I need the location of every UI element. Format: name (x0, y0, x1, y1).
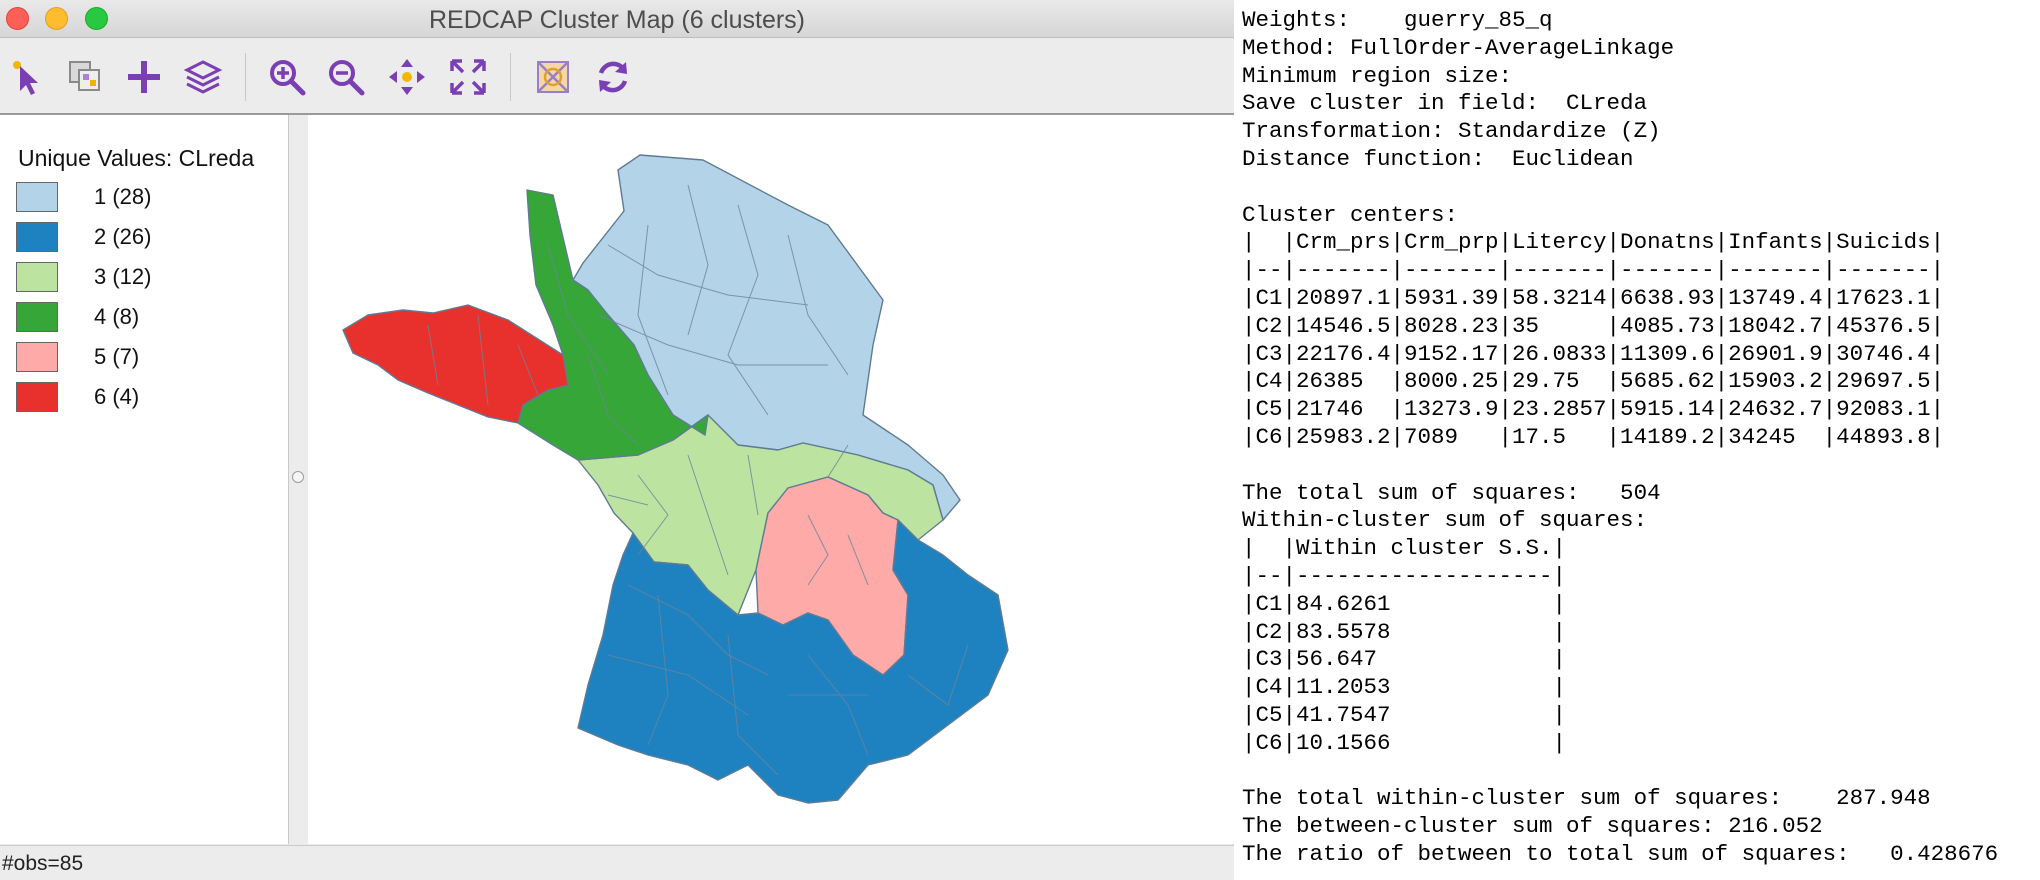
report-line: Within-cluster sum of squares: (1242, 507, 1648, 534)
add-plus-icon[interactable] (121, 54, 167, 100)
legend-item-cluster-1[interactable]: 1 (28) (16, 181, 151, 213)
report-line: Cluster centers: (1242, 201, 1459, 228)
legend-label: 6 (4) (94, 384, 140, 409)
legend-swatch (16, 342, 58, 372)
report-line: |C5|21746 |13273.9|23.2857|5915.14|24632… (1242, 396, 1945, 423)
report-line (1242, 174, 1998, 202)
report-line: |C5|41.7547 | (1242, 701, 1567, 728)
legend-swatch (16, 382, 58, 412)
report-line: |--|-------|-------|-------|-------|----… (1242, 257, 1945, 284)
legend-panel: Unique Values: CLreda 1 (28) 2 (26) 3 (1… (0, 115, 289, 844)
legend-item-cluster-5[interactable]: 5 (7) (16, 341, 139, 373)
cluster-report-text: Weights: guerry_85_q Method: FullOrder-Av… (1242, 7, 1998, 869)
legend-swatch (16, 182, 58, 212)
report-line: Minimum region size: (1242, 62, 1513, 89)
legend-swatch (16, 302, 58, 332)
report-line: The between-cluster sum of squares: 216.… (1242, 813, 1823, 840)
report-line: |C6|10.1566 | (1242, 729, 1567, 756)
report-line: Method: FullOrder-AverageLinkage (1242, 34, 1675, 61)
report-line: Save cluster in field: CLreda (1242, 90, 1648, 117)
legend-item-cluster-2[interactable]: 2 (26) (16, 221, 151, 253)
france-cluster-map[interactable] (308, 115, 1234, 844)
cluster-report-panel[interactable]: Weights: guerry_85_q Method: FullOrder-Av… (1235, 0, 2040, 880)
window-title: REDCAP Cluster Map (6 clusters) (428, 6, 806, 34)
report-line: |C4|26385 |8000.25|29.75 |5685.62|15903.… (1242, 368, 1945, 395)
report-line: The total within-cluster sum of squares:… (1242, 785, 1931, 812)
legend-item-cluster-4[interactable]: 4 (8) (16, 301, 139, 333)
report-line: Transformation: Standardize (Z) (1242, 118, 1661, 145)
report-line: |C2|14546.5|8028.23|35 |4085.73|18042.7|… (1242, 312, 1945, 339)
legend-item-cluster-3[interactable]: 3 (12) (16, 261, 151, 293)
report-line: |C4|11.2053 | (1242, 674, 1567, 701)
legend-label: 2 (26) (94, 224, 152, 249)
legend-label: 4 (8) (94, 304, 140, 329)
report-line: |C1|84.6261 | (1242, 590, 1567, 617)
report-line: The total sum of squares: 504 (1242, 479, 1661, 506)
map-toolbar (0, 39, 1234, 113)
report-line: |C6|25983.2|7089 |17.5 |14189.2|34245 |4… (1242, 423, 1945, 450)
report-line: Weights: guerry_85_q (1242, 7, 1553, 33)
report-line: |--|-------------------| (1242, 562, 1567, 589)
observation-count: #obs=85 (2, 852, 84, 875)
report-line: |C1|20897.1|5931.39|58.3214|6638.93|1374… (1242, 284, 1945, 311)
report-line: Distance function: Euclidean (1242, 145, 1634, 172)
pan-icon[interactable] (384, 54, 430, 100)
toolbar-separator (510, 53, 511, 101)
refresh-icon[interactable] (590, 54, 636, 100)
select-pointer-icon[interactable] (4, 54, 50, 100)
title-bar: REDCAP Cluster Map (6 clusters) (0, 0, 1234, 38)
zoom-in-icon[interactable] (264, 54, 310, 100)
report-line: | |Within cluster S.S.| (1242, 535, 1567, 562)
copy-image-icon[interactable] (62, 54, 108, 100)
report-line: |C3|56.647 | (1242, 646, 1567, 673)
report-line (1242, 452, 1998, 480)
report-line: |C2|83.5578 | (1242, 618, 1567, 645)
status-bar: #obs=85 (0, 845, 1234, 880)
legend-label: 3 (12) (94, 264, 152, 289)
zoom-out-icon[interactable] (323, 54, 369, 100)
cluster-map-window: REDCAP Cluster Map (6 clusters) Unique V… (0, 0, 1234, 880)
legend-label: 5 (7) (94, 344, 140, 369)
toolbar-separator (245, 53, 246, 101)
layers-icon[interactable] (180, 54, 226, 100)
report-line: | |Crm_prs|Crm_prp|Litercy|Donatns|Infan… (1242, 229, 1945, 256)
legend-title: Unique Values: CLreda (18, 145, 255, 171)
selection-shape-icon[interactable] (530, 54, 576, 100)
report-line (1242, 758, 1998, 786)
legend-item-cluster-6[interactable]: 6 (4) (16, 381, 139, 413)
report-line: The ratio of between to total sum of squ… (1242, 840, 1999, 867)
report-line: |C3|22176.4|9152.17|26.0833|11309.6|2690… (1242, 340, 1945, 367)
splitter-handle[interactable] (292, 471, 304, 483)
legend-label: 1 (28) (94, 184, 152, 209)
panel-splitter[interactable] (290, 115, 308, 844)
legend-swatch (16, 222, 58, 252)
legend-swatch (16, 262, 58, 292)
map-canvas[interactable] (308, 115, 1234, 844)
fit-extent-icon[interactable] (445, 54, 491, 100)
